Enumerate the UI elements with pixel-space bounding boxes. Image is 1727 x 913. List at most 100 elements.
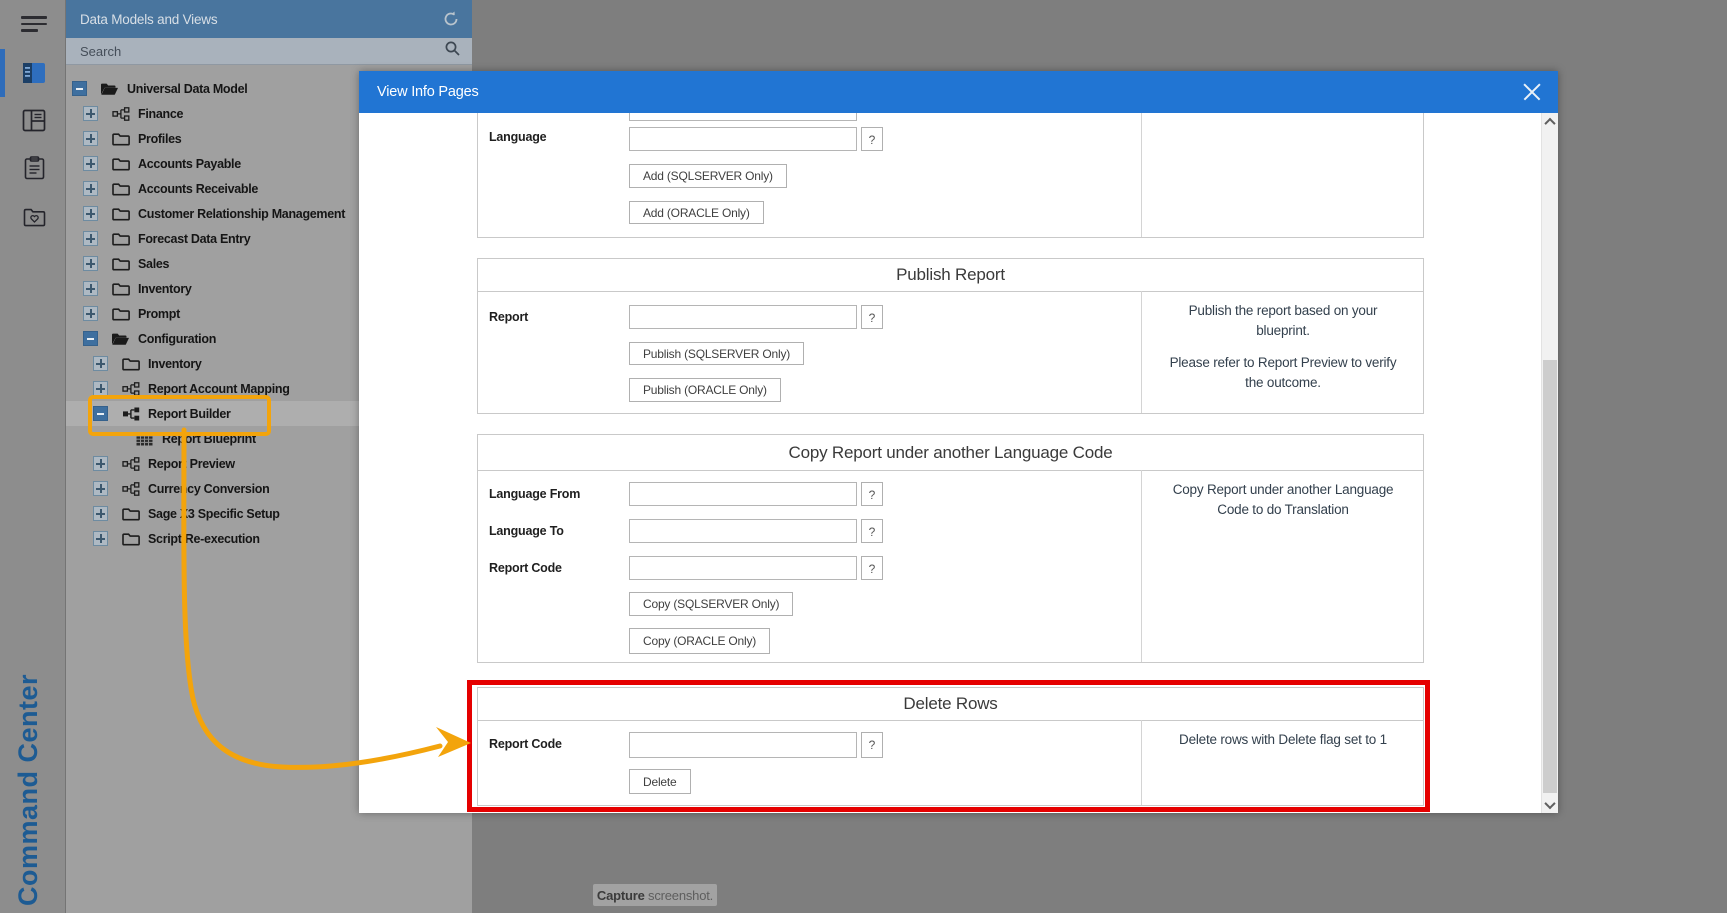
- tree-item-label: Finance: [138, 107, 183, 121]
- section-title: Copy Report under another Language Code: [789, 443, 1113, 463]
- layout-nav-icon[interactable]: [21, 108, 47, 132]
- expand-icon[interactable]: [83, 256, 98, 271]
- hamburger-menu-icon[interactable]: [21, 12, 47, 36]
- folder-icon: [111, 306, 130, 322]
- language-input[interactable]: [629, 127, 857, 151]
- field-label: Report Code: [489, 561, 562, 575]
- description-line: Please refer to Report Preview to verify…: [1163, 353, 1403, 392]
- report-code-input[interactable]: [629, 556, 857, 580]
- scrollbar-thumb[interactable]: [1543, 360, 1557, 793]
- publish-oracle-button[interactable]: Publish (ORACLE Only): [629, 378, 781, 402]
- folder-icon: [111, 281, 130, 297]
- add-sqlserver-button[interactable]: Add (SQLSERVER Only): [629, 164, 787, 188]
- description-line: Copy Report under another Language Code …: [1163, 480, 1403, 519]
- clipboard-nav-icon[interactable]: [21, 156, 47, 180]
- help-button[interactable]: ?: [861, 305, 883, 329]
- red-highlight-box: [467, 680, 1430, 812]
- expand-icon[interactable]: [93, 481, 108, 496]
- report-input[interactable]: [629, 305, 857, 329]
- section-description: Publish the report based on your bluepri…: [1141, 301, 1425, 392]
- refresh-icon[interactable]: [442, 10, 460, 28]
- language-from-input[interactable]: [629, 482, 857, 506]
- share-icon: [121, 456, 140, 472]
- capture-screenshot-tooltip[interactable]: Capture screenshot.: [593, 884, 717, 906]
- section-title-row: Publish Report: [478, 259, 1423, 292]
- expand-icon[interactable]: [83, 281, 98, 296]
- expand-icon[interactable]: [93, 456, 108, 471]
- dialog-title: View Info Pages: [359, 84, 479, 100]
- expand-icon[interactable]: [83, 181, 98, 196]
- copy-oracle-button[interactable]: Copy (ORACLE Only): [629, 628, 770, 654]
- expand-icon[interactable]: [83, 156, 98, 171]
- tree-item-label: Inventory: [138, 282, 192, 296]
- scroll-down-button[interactable]: [1542, 796, 1558, 813]
- description-line: Publish the report based on your bluepri…: [1163, 301, 1403, 340]
- collapse-icon[interactable]: [83, 331, 98, 346]
- capture-tooltip-bold: Capture: [597, 888, 645, 903]
- expand-icon[interactable]: [83, 231, 98, 246]
- field-label: Report: [489, 310, 528, 324]
- dialog-header[interactable]: View Info Pages: [359, 71, 1558, 113]
- section-copy-report: Copy Report under another Language Code …: [477, 434, 1424, 663]
- expand-icon[interactable]: [93, 356, 108, 371]
- tree-item-label: Script Re-execution: [148, 532, 260, 546]
- tree-item-label: Universal Data Model: [127, 82, 247, 96]
- tree-item-label: Forecast Data Entry: [138, 232, 250, 246]
- folder-icon: [111, 131, 130, 147]
- field-label: Language: [489, 130, 546, 144]
- tree-item-label: Configuration: [138, 332, 216, 346]
- folder-icon: [111, 156, 130, 172]
- tree-panel-title: Data Models and Views: [65, 12, 217, 27]
- section-divider: [1141, 113, 1142, 237]
- section-title-row: Copy Report under another Language Code: [478, 435, 1423, 471]
- folder-icon: [111, 256, 130, 272]
- favorites-folder-nav-icon[interactable]: [21, 204, 47, 228]
- tree-item-label: Sales: [138, 257, 169, 271]
- language-to-input[interactable]: [629, 519, 857, 543]
- collapse-icon[interactable]: [72, 81, 87, 96]
- tree-item-label: Profiles: [138, 132, 181, 146]
- help-button[interactable]: ?: [861, 127, 883, 151]
- tree-item-label: Accounts Payable: [138, 157, 241, 171]
- tree-panel-header: Data Models and Views: [65, 0, 472, 38]
- folder-icon: [111, 181, 130, 197]
- tree-item-label: Customer Relationship Management: [138, 207, 345, 221]
- search-input[interactable]: Search: [65, 44, 444, 59]
- tree-item-label: Currency Conversion: [148, 482, 269, 496]
- section-add-report-info: Language ? Add (SQLSERVER Only) Add (ORA…: [477, 113, 1424, 238]
- share-icon: [111, 106, 130, 122]
- expand-icon[interactable]: [93, 381, 108, 396]
- folder-open-icon: [111, 331, 130, 347]
- expand-icon[interactable]: [93, 506, 108, 521]
- expand-icon[interactable]: [83, 206, 98, 221]
- section-publish-report: Publish Report Report ? Publish (SQLSERV…: [477, 258, 1424, 414]
- tree-item-label: Report Preview: [148, 457, 235, 471]
- copy-sqlserver-button[interactable]: Copy (SQLSERVER Only): [629, 592, 793, 616]
- tree-search-bar[interactable]: Search: [65, 38, 472, 65]
- field-label: Language To: [489, 524, 564, 538]
- tree-item-label: Prompt: [138, 307, 180, 321]
- capture-tooltip-rest: screenshot.: [645, 888, 713, 903]
- scroll-up-button[interactable]: [1542, 113, 1558, 130]
- folder-icon: [121, 506, 140, 522]
- close-icon[interactable]: [1518, 78, 1546, 106]
- expand-icon[interactable]: [83, 131, 98, 146]
- add-oracle-button[interactable]: Add (ORACLE Only): [629, 201, 764, 224]
- active-nav-indicator: [0, 49, 5, 97]
- data-models-nav-icon[interactable]: [21, 61, 47, 85]
- app-window: Command Center Data Models and Views Sea…: [0, 0, 1727, 913]
- tree-item-label: Report Account Mapping: [148, 382, 290, 396]
- truncated-input[interactable]: [629, 113, 857, 121]
- publish-sqlserver-button[interactable]: Publish (SQLSERVER Only): [629, 342, 804, 365]
- field-label: Language From: [489, 487, 580, 501]
- help-button[interactable]: ?: [861, 556, 883, 580]
- tree-item-label: Accounts Receivable: [138, 182, 258, 196]
- help-button[interactable]: ?: [861, 519, 883, 543]
- expand-icon[interactable]: [83, 306, 98, 321]
- expand-icon[interactable]: [83, 106, 98, 121]
- expand-icon[interactable]: [93, 531, 108, 546]
- folder-icon: [121, 531, 140, 547]
- search-icon[interactable]: [444, 40, 461, 62]
- help-button[interactable]: ?: [861, 482, 883, 506]
- dialog-scrollbar[interactable]: [1541, 113, 1558, 813]
